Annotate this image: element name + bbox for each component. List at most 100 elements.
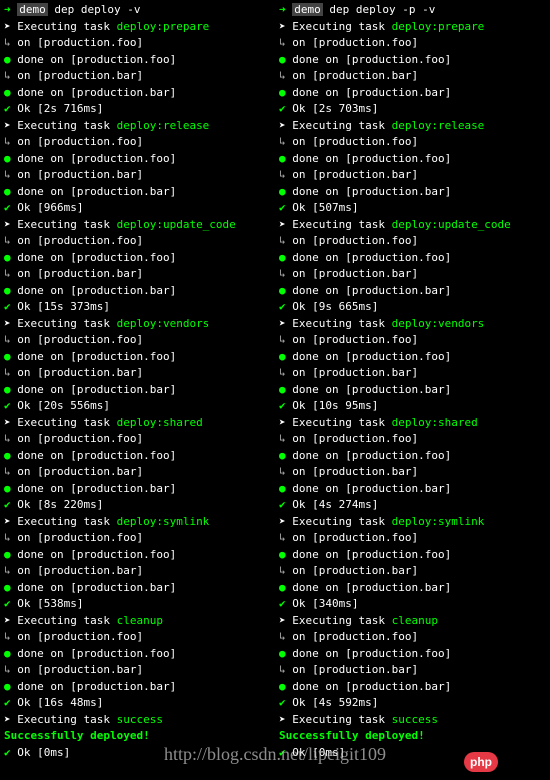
check-icon: ✔ (4, 746, 11, 759)
sub-arrow-icon: ↳ (279, 267, 286, 280)
done-host-line: ● done on [production.bar] (279, 283, 546, 300)
task-time: [0ms] (312, 746, 345, 759)
sub-arrow-icon: ↳ (279, 465, 286, 478)
host-foo: [production.foo] (345, 53, 451, 66)
command-text: dep deploy -v (54, 3, 140, 16)
sub-arrow-icon: ↳ (279, 333, 286, 346)
done-label: done on (292, 350, 338, 363)
dot-icon: ● (4, 284, 11, 297)
prompt-line: ➜ demo dep deploy -v (4, 2, 271, 19)
dot-icon: ● (4, 251, 11, 264)
exec-arrow-icon: ➤ (4, 218, 11, 231)
on-label: on (17, 69, 30, 82)
sub-arrow-icon: ↳ (4, 135, 11, 148)
done-label: done on (17, 284, 63, 297)
host-bar: [production.bar] (312, 69, 418, 82)
ok-line: ✔ Ok [0ms] (4, 745, 271, 762)
ok-label: Ok (292, 300, 305, 313)
host-foo: [production.foo] (37, 234, 143, 247)
on-label: on (17, 630, 30, 643)
done-label: done on (292, 251, 338, 264)
executing-label: Executing task (292, 614, 385, 627)
check-icon: ✔ (4, 498, 11, 511)
exec-arrow-icon: ➤ (279, 119, 286, 132)
prompt-arrow-icon: ➜ (4, 3, 11, 16)
dot-icon: ● (4, 350, 11, 363)
ok-label: Ok (17, 102, 30, 115)
dot-icon: ● (279, 86, 286, 99)
on-host-line: ↳ on [production.foo] (4, 629, 271, 646)
on-host-line: ↳ on [production.foo] (279, 530, 546, 547)
sub-arrow-icon: ↳ (279, 36, 286, 49)
executing-task-line: ➤ Executing task deploy:prepare (279, 19, 546, 36)
done-host-line: ● done on [production.bar] (4, 85, 271, 102)
host-bar: [production.bar] (345, 383, 451, 396)
done-label: done on (292, 449, 338, 462)
on-label: on (292, 36, 305, 49)
host-foo: [production.foo] (345, 548, 451, 561)
check-icon: ✔ (4, 696, 11, 709)
host-foo: [production.foo] (345, 449, 451, 462)
task-time: [9s 665ms] (312, 300, 378, 313)
done-label: done on (292, 581, 338, 594)
ok-label: Ok (17, 696, 30, 709)
host-foo: [production.foo] (312, 432, 418, 445)
executing-label: Executing task (292, 416, 385, 429)
ok-label: Ok (292, 498, 305, 511)
ok-line: ✔ Ok [20s 556ms] (4, 398, 271, 415)
executing-task-line: ➤ Executing task cleanup (279, 613, 546, 630)
sub-arrow-icon: ↳ (4, 432, 11, 445)
executing-label: Executing task (292, 515, 385, 528)
on-host-line: ↳ on [production.bar] (4, 464, 271, 481)
host-foo: [production.foo] (312, 630, 418, 643)
executing-label: Executing task (292, 119, 385, 132)
check-icon: ✔ (279, 201, 286, 214)
dot-icon: ● (279, 185, 286, 198)
sub-arrow-icon: ↳ (4, 366, 11, 379)
task-name: deploy:symlink (392, 515, 485, 528)
executing-label: Executing task (292, 317, 385, 330)
on-host-line: ↳ on [production.bar] (279, 563, 546, 580)
done-host-line: ● done on [production.foo] (4, 151, 271, 168)
task-time: [507ms] (312, 201, 358, 214)
sub-arrow-icon: ↳ (4, 630, 11, 643)
task-name: deploy:update_code (117, 218, 236, 231)
done-host-line: ● done on [production.foo] (4, 547, 271, 564)
on-host-line: ↳ on [production.foo] (4, 431, 271, 448)
sub-arrow-icon: ↳ (279, 168, 286, 181)
host-bar: [production.bar] (345, 680, 451, 693)
host-foo: [production.foo] (312, 36, 418, 49)
done-host-line: ● done on [production.bar] (4, 382, 271, 399)
done-label: done on (292, 383, 338, 396)
done-host-line: ● done on [production.bar] (279, 679, 546, 696)
on-host-line: ↳ on [production.foo] (4, 332, 271, 349)
ok-label: Ok (292, 102, 305, 115)
done-label: done on (292, 680, 338, 693)
host-foo: [production.foo] (312, 333, 418, 346)
check-icon: ✔ (279, 597, 286, 610)
executing-task-line: ➤ Executing task deploy:symlink (279, 514, 546, 531)
sub-arrow-icon: ↳ (4, 333, 11, 346)
executing-label: Executing task (17, 317, 110, 330)
done-host-line: ● done on [production.foo] (4, 646, 271, 663)
exec-arrow-icon: ➤ (4, 119, 11, 132)
done-label: done on (17, 152, 63, 165)
host-bar: [production.bar] (345, 482, 451, 495)
host-bar: [production.bar] (312, 168, 418, 181)
on-host-line: ↳ on [production.foo] (4, 134, 271, 151)
executing-task-line: ➤ Executing task deploy:symlink (4, 514, 271, 531)
executing-label: Executing task (17, 614, 110, 627)
task-time: [2s 716ms] (37, 102, 103, 115)
exec-arrow-icon: ➤ (279, 713, 286, 726)
done-host-line: ● done on [production.foo] (4, 52, 271, 69)
done-host-line: ● done on [production.bar] (279, 85, 546, 102)
host-bar: [production.bar] (37, 267, 143, 280)
host-bar: [production.bar] (37, 465, 143, 478)
done-label: done on (292, 53, 338, 66)
dot-icon: ● (4, 449, 11, 462)
command-text: dep deploy -p -v (329, 3, 435, 16)
ok-line: ✔ Ok [10s 95ms] (279, 398, 546, 415)
exec-arrow-icon: ➤ (4, 713, 11, 726)
ok-label: Ok (17, 399, 30, 412)
task-time: [10s 95ms] (312, 399, 378, 412)
